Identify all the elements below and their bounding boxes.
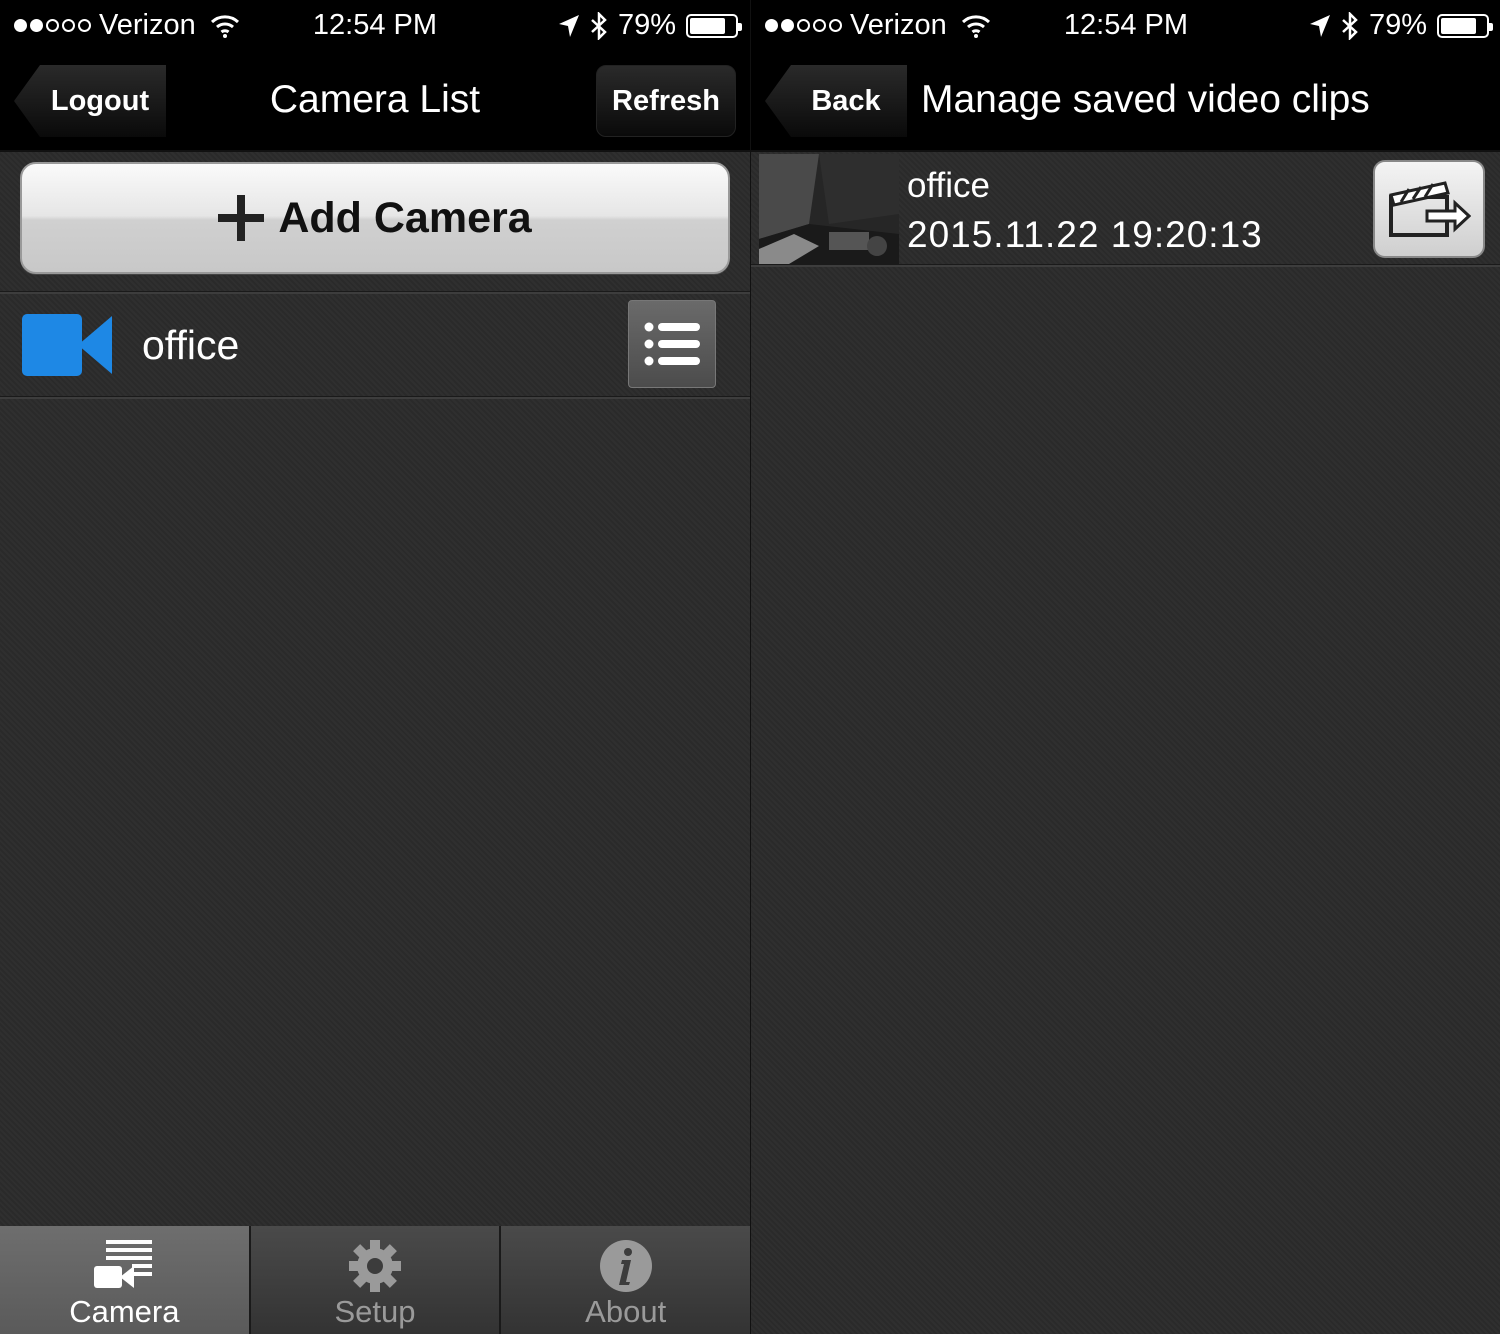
gear-icon <box>349 1240 401 1292</box>
export-clip-button[interactable] <box>1373 160 1485 258</box>
tab-bar: Camera Setup About <box>0 1226 750 1334</box>
add-camera-button[interactable]: Add Camera <box>20 162 730 274</box>
status-bar: Verizon 12:54 PM 79% <box>0 0 750 52</box>
camera-list-item[interactable]: office <box>0 294 750 398</box>
add-camera-label: Add Camera <box>278 193 532 242</box>
refresh-button[interactable]: Refresh <box>596 65 736 137</box>
page-title: Manage saved video clips <box>921 78 1370 121</box>
tab-camera-label: Camera <box>69 1294 180 1329</box>
saved-clips-screen: Verizon 12:54 PM 79% Back Manage saved v… <box>750 0 1500 1334</box>
battery-icon <box>686 13 742 38</box>
tab-setup-label: Setup <box>334 1294 416 1329</box>
video-camera-icon <box>22 314 112 376</box>
tab-camera[interactable]: Camera <box>0 1226 249 1334</box>
clip-list-item[interactable]: office 2015.11.22 19:20:13 <box>751 152 1500 266</box>
bluetooth-icon <box>591 11 607 40</box>
plus-icon <box>218 195 265 241</box>
location-arrow-icon <box>1309 14 1330 37</box>
camera-list-screen: Verizon 12:54 PM 79% Logout Camera List … <box>0 0 750 1334</box>
camera-menu-button[interactable] <box>628 300 716 388</box>
clip-thumbnail <box>759 154 899 264</box>
divider <box>0 397 750 399</box>
refresh-button-label: Refresh <box>612 84 720 117</box>
list-icon <box>644 322 700 366</box>
info-icon <box>599 1240 652 1292</box>
navigation-bar: Logout Camera List Refresh <box>0 52 750 152</box>
camera-name: office <box>142 322 240 368</box>
camera-list-icon <box>94 1240 153 1288</box>
battery-icon <box>1437 13 1493 38</box>
divider <box>751 265 1500 267</box>
navigation-bar: Back Manage saved video clips <box>751 52 1500 152</box>
battery-percent: 79% <box>617 9 676 41</box>
clip-timestamp: 2015.11.22 19:20:13 <box>907 214 1263 255</box>
status-bar: Verizon 12:54 PM 79% <box>751 0 1500 52</box>
tab-about[interactable]: About <box>501 1226 750 1334</box>
battery-percent: 79% <box>1368 9 1427 41</box>
export-clip-icon <box>1389 181 1471 237</box>
location-arrow-icon <box>558 14 579 37</box>
bluetooth-icon <box>1342 11 1358 40</box>
status-right: 79% <box>558 9 742 42</box>
status-right: 79% <box>1309 9 1493 42</box>
back-button-label: Back <box>811 84 881 117</box>
clip-title: office <box>907 166 991 205</box>
tab-about-label: About <box>585 1294 667 1329</box>
tab-setup[interactable]: Setup <box>250 1226 500 1334</box>
back-button[interactable]: Back <box>765 65 907 137</box>
